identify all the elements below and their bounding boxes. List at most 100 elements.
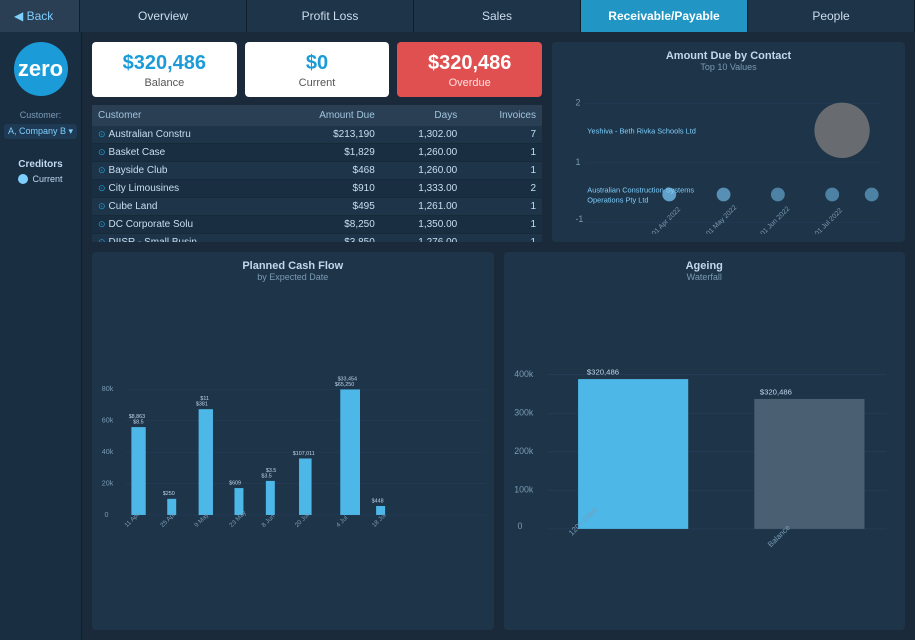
top-row: $320,486 Balance $0 Current $320,486 Ove…: [92, 42, 905, 242]
main-layout: zero Customer: A, Company B ▾ Creditors …: [0, 32, 915, 640]
days: 1,350.00: [381, 216, 463, 234]
customer-name: ⊙City Limousines: [92, 180, 271, 198]
table-row[interactable]: ⊙Australian Constru $213,190 1,302.00 7: [92, 126, 542, 144]
cash-flow-subtitle: by Expected Date: [100, 272, 486, 282]
svg-text:01 Jun 2022: 01 Jun 2022: [760, 205, 792, 234]
amount-due: $468: [271, 162, 380, 180]
customer-name: ⊙Basket Case: [92, 144, 271, 162]
invoices: 1: [463, 234, 542, 243]
col-invoices: Invoices: [463, 105, 542, 126]
tab-people[interactable]: People: [748, 0, 915, 32]
svg-text:60k: 60k: [102, 417, 114, 425]
customer-name: ⊙Bayside Club: [92, 162, 271, 180]
svg-text:$8,863: $8,863: [129, 414, 145, 420]
svg-text:18 Jul: 18 Jul: [371, 512, 388, 529]
tab-receivable-payable[interactable]: Receivable/Payable: [581, 0, 748, 32]
table-row[interactable]: ⊙DC Corporate Solu $8,250 1,350.00 1: [92, 216, 542, 234]
svg-text:80k: 80k: [102, 385, 114, 393]
overdue-amount: $320,486: [405, 52, 534, 75]
svg-text:$320,486: $320,486: [586, 368, 618, 377]
amount-due: $8,250: [271, 216, 380, 234]
svg-text:$3.5: $3.5: [266, 468, 276, 474]
overdue-label: Overdue: [405, 77, 534, 89]
app-logo: zero: [14, 42, 68, 96]
invoices: 1: [463, 216, 542, 234]
svg-text:01 Apr 2022: 01 Apr 2022: [651, 206, 682, 234]
svg-text:0: 0: [517, 521, 522, 531]
table-row[interactable]: ⊙City Limousines $910 1,333.00 2: [92, 180, 542, 198]
bar-4jul: [340, 389, 360, 515]
invoices: 7: [463, 126, 542, 144]
bar-20jun: [299, 458, 312, 514]
days: 1,260.00: [381, 144, 463, 162]
svg-text:200k: 200k: [514, 446, 534, 456]
svg-text:$107,011: $107,011: [293, 451, 315, 457]
ageing-section: Ageing Waterfall 400k 300k 200k 100k 0: [504, 252, 906, 630]
svg-text:40k: 40k: [102, 448, 114, 456]
customer-name: ⊙DIISR - Small Busin: [92, 234, 271, 243]
invoices: 2: [463, 180, 542, 198]
creditors-section: Creditors: [18, 159, 62, 170]
customer-name: ⊙DC Corporate Solu: [92, 216, 271, 234]
aus-bubble-1: [662, 188, 676, 202]
svg-text:$65,250: $65,250: [335, 382, 354, 388]
current-amount: $0: [253, 52, 382, 75]
ageing-subtitle: Waterfall: [512, 272, 898, 282]
bottom-row: Planned Cash Flow by Expected Date 80k 6…: [92, 252, 905, 630]
amount-due: $495: [271, 198, 380, 216]
current-option[interactable]: Current: [18, 174, 62, 184]
aus-bubble-3: [771, 188, 785, 202]
invoices: 1: [463, 144, 542, 162]
svg-text:Operations Pty Ltd: Operations Pty Ltd: [587, 195, 648, 204]
tab-sales[interactable]: Sales: [414, 0, 581, 32]
bubble-chart-subtitle: Top 10 Values: [560, 62, 897, 72]
bubble-chart-svg: 2 1 -1 Yeshiva - Beth Rivka Schools Ltd …: [560, 76, 897, 234]
days: 1,260.00: [381, 162, 463, 180]
aus-bubble-4: [825, 188, 839, 202]
invoices: 1: [463, 198, 542, 216]
cash-flow-section: Planned Cash Flow by Expected Date 80k 6…: [92, 252, 494, 630]
days: 1,261.00: [381, 198, 463, 216]
bubble-chart-section: Amount Due by Contact Top 10 Values 2 1 …: [552, 42, 905, 242]
current-card: $0 Current: [245, 42, 390, 97]
current-label: Current: [253, 77, 382, 89]
ageing-bar-balance: [754, 399, 864, 529]
svg-text:4 Jul: 4 Jul: [335, 515, 349, 529]
table-row[interactable]: ⊙Bayside Club $468 1,260.00 1: [92, 162, 542, 180]
content-area: $320,486 Balance $0 Current $320,486 Ove…: [82, 32, 915, 640]
amount-due: $3,850: [271, 234, 380, 243]
amount-due: $1,829: [271, 144, 380, 162]
table-row[interactable]: ⊙DIISR - Small Busin $3,850 1,276.00 1: [92, 234, 542, 243]
customer-selector[interactable]: A, Company B ▾: [4, 124, 77, 139]
customer-name: ⊙Australian Constru: [92, 126, 271, 144]
bubble-chart-title: Amount Due by Contact: [560, 50, 897, 62]
svg-text:$250: $250: [163, 491, 175, 497]
svg-text:-1: -1: [575, 214, 583, 224]
svg-text:Yeshiva - Beth Rivka Schools L: Yeshiva - Beth Rivka Schools Ltd: [587, 126, 696, 135]
amount-due: $910: [271, 180, 380, 198]
cash-flow-svg: 80k 60k 40k 20k 0 $8.5: [100, 286, 486, 622]
balance-amount: $320,486: [100, 52, 229, 75]
svg-text:400k: 400k: [514, 369, 534, 379]
cash-flow-chart: 80k 60k 40k 20k 0 $8.5: [100, 286, 486, 622]
svg-text:300k: 300k: [514, 407, 534, 417]
table-row[interactable]: ⊙Cube Land $495 1,261.00 1: [92, 198, 542, 216]
summary-cards: $320,486 Balance $0 Current $320,486 Ove…: [92, 42, 542, 97]
col-amount: Amount Due: [271, 105, 380, 126]
svg-text:8 Jun: 8 Jun: [261, 513, 277, 529]
tab-overview[interactable]: Overview: [80, 0, 247, 32]
bar-9may: [199, 409, 213, 515]
svg-text:1: 1: [575, 157, 580, 167]
svg-text:$8.5: $8.5: [133, 420, 143, 426]
top-navigation: ◀ Back Overview Profit Loss Sales Receiv…: [0, 0, 915, 32]
ageing-svg: 400k 300k 200k 100k 0 120+ Days: [512, 286, 898, 622]
svg-text:Australian Construction System: Australian Construction Systems: [587, 186, 694, 195]
days: 1,276.00: [381, 234, 463, 243]
current-radio[interactable]: [18, 174, 28, 184]
tab-profit-loss[interactable]: Profit Loss: [247, 0, 414, 32]
summary-section: $320,486 Balance $0 Current $320,486 Ove…: [92, 42, 542, 242]
back-button[interactable]: ◀ Back: [0, 0, 80, 32]
balance-card: $320,486 Balance: [92, 42, 237, 97]
table-row[interactable]: ⊙Basket Case $1,829 1,260.00 1: [92, 144, 542, 162]
customers-table: Customer Amount Due Days Invoices ⊙Austr…: [92, 105, 542, 242]
